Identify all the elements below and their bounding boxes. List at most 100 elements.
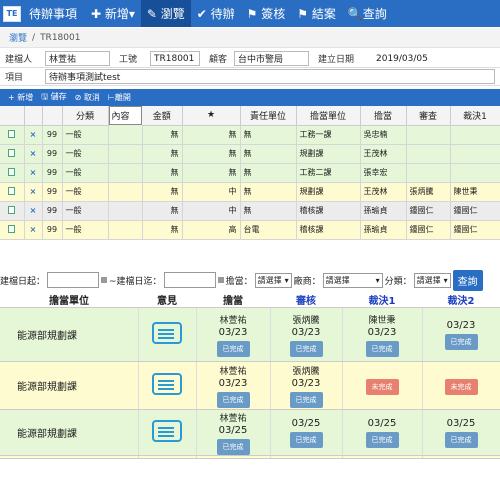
calendar-icon[interactable] [101, 277, 108, 283]
status-badge[interactable]: 未完成 [444, 378, 478, 395]
status-badge[interactable]: 已完成 [444, 333, 478, 350]
item-field[interactable]: 待辦事項測試test [45, 69, 495, 84]
delete-row-icon[interactable]: × [24, 220, 43, 240]
creator-field[interactable]: 林萱祐 [45, 51, 110, 66]
delete-row-icon[interactable]: × [24, 144, 43, 164]
row-doc-cell[interactable] [0, 144, 25, 164]
row-doc-cell[interactable] [0, 201, 25, 221]
stage-date: 03/23 [291, 326, 321, 338]
row-unit: 能源部規劃課 [0, 409, 139, 456]
grid-header[interactable]: 裁決1 [450, 106, 500, 126]
breadcrumb-root[interactable]: 瀏覽 [9, 31, 27, 44]
delete-row-icon[interactable]: × [24, 163, 43, 183]
grid-header[interactable]: 分類 [62, 106, 109, 126]
grid-header[interactable]: 審查 [406, 106, 451, 126]
row-amt: 無 [142, 220, 183, 240]
status-badge[interactable]: 已完成 [216, 438, 250, 455]
row-star: 中 [182, 201, 241, 221]
stage-dec1: 陳世秉 03/23 已完成 [342, 307, 423, 362]
stage-dec2: 未完成 [422, 361, 500, 410]
row-doc-cell[interactable] [0, 163, 25, 183]
document-icon[interactable] [8, 167, 16, 176]
grid-header[interactable] [24, 106, 43, 126]
status-badge[interactable]: 已完成 [444, 431, 478, 448]
row-no: 99 [42, 163, 63, 183]
status-badge[interactable]: 已完成 [216, 340, 250, 357]
delete-row-icon[interactable]: × [24, 125, 43, 145]
row-unit [0, 455, 139, 459]
category-select[interactable]: 請選擇 ▾ [413, 272, 451, 288]
creator-label: 建檔人 [5, 55, 33, 65]
grid-header[interactable]: 擔當 [360, 106, 407, 126]
grid-header[interactable]: 責任單位 [240, 106, 297, 126]
close-tab[interactable]: ⚑ 結案 [291, 0, 342, 27]
chat-icon[interactable] [152, 420, 182, 442]
approve-tab[interactable]: ⚑ 簽核 [241, 0, 292, 27]
stage-dec1: 03/25 已完成 [342, 409, 423, 456]
document-icon[interactable] [8, 148, 16, 157]
cancel-button[interactable]: ⊘ 取消 [75, 92, 100, 103]
dropdown-arrow-icon: ▾ [375, 275, 380, 285]
status-badge[interactable]: 已完成 [289, 391, 323, 408]
todo-tab[interactable]: ✔ 待辦 [191, 0, 241, 27]
query-button[interactable]: 查詢 [452, 269, 483, 291]
opinion-cell[interactable] [138, 455, 197, 459]
table-row: 能源部規劃課 林萱祐 03/23 已完成 張炳騰 03/23 已完成 陳世秉 03/23 已完成 0… [0, 307, 500, 362]
delete-row-icon[interactable]: × [24, 182, 43, 202]
logo: TE [3, 5, 21, 22]
delete-row-icon[interactable]: × [24, 201, 43, 221]
status-badge[interactable]: 已完成 [365, 431, 399, 448]
document-icon[interactable] [8, 224, 16, 233]
exit-button[interactable]: ⊢離開 [108, 92, 131, 103]
grid-header[interactable]: 內容 [108, 106, 142, 125]
opinion-cell[interactable] [138, 409, 197, 456]
new-menu[interactable]: ✚ 新增▾ [85, 0, 141, 27]
grid-header[interactable] [0, 106, 25, 126]
status-badge[interactable]: 已完成 [365, 340, 399, 357]
add-row-button[interactable]: + 新增 [8, 92, 33, 103]
save-button[interactable]: 🖫 儲存 [41, 91, 66, 105]
status-badge[interactable]: 已完成 [289, 431, 323, 448]
chat-icon[interactable] [152, 322, 182, 344]
grid-header[interactable]: 金額 [142, 106, 183, 126]
row-doc-cell[interactable] [0, 220, 25, 240]
table-row[interactable]: × 99 一般無無無規劃課 王茂林 [0, 144, 500, 164]
document-icon[interactable] [8, 186, 16, 195]
browse-tab[interactable]: ✎ 瀏覽 [140, 0, 191, 27]
document-icon[interactable] [8, 129, 16, 138]
items-grid: 分類 內容 金額 ★ 責任單位 擔當單位 擔當 審查 裁決1 × 99 一般無無無工務一課 吳忠楠 × 9… [0, 106, 500, 240]
row-unit: 工務一課 [296, 125, 361, 145]
row-no: 99 [42, 182, 63, 202]
grid-header[interactable]: 擔當單位 [296, 106, 361, 126]
opinion-cell[interactable] [138, 361, 197, 410]
table-row[interactable]: × 99 一般無高台電 稽核課 孫瑜貞 鍾國仁 鍾國仁 [0, 220, 500, 240]
progress-header: 意見 [138, 292, 196, 308]
row-star: 無 [182, 163, 241, 183]
created-from-input[interactable] [47, 272, 100, 288]
owner-select[interactable]: 請選擇 ▾ [254, 272, 292, 288]
grid-header[interactable]: ★ [182, 106, 241, 126]
table-row[interactable]: × 99 一般無無無工務二課 張幸宏 [0, 163, 500, 183]
row-doc-cell[interactable] [0, 182, 25, 202]
customer-field[interactable]: 台中市警局 [234, 51, 309, 66]
table-row[interactable]: × 99 一般無中無稽核課 孫瑜貞 鍾國仁 鍾國仁 [0, 201, 500, 221]
customer-label: 顧客 [209, 55, 228, 65]
customer-select[interactable]: 請選擇 ▾ [322, 272, 383, 288]
table-row[interactable]: × 99 一般無無無工務一課 吳忠楠 [0, 125, 500, 145]
search-tab[interactable]: 🔍查詢 [342, 0, 393, 27]
opinion-cell[interactable] [138, 307, 197, 362]
status-badge[interactable]: 已完成 [216, 391, 250, 408]
status-badge[interactable]: 已完成 [289, 340, 323, 357]
grid-header[interactable] [42, 106, 63, 126]
row-star: 無 [182, 144, 241, 164]
document-icon[interactable] [8, 205, 16, 214]
chat-icon[interactable] [152, 373, 182, 395]
calendar-icon[interactable] [217, 277, 224, 283]
no-field[interactable]: TR18001 [150, 51, 200, 66]
row-resp: 台電 [240, 220, 297, 240]
row-doc-cell[interactable] [0, 125, 25, 145]
created-to-input[interactable] [163, 272, 216, 288]
table-row[interactable]: × 99 一般無中無規劃課 王茂林 張炳騰 陳世秉 [0, 182, 500, 202]
row-review [406, 125, 451, 145]
status-badge[interactable]: 未完成 [365, 378, 399, 395]
